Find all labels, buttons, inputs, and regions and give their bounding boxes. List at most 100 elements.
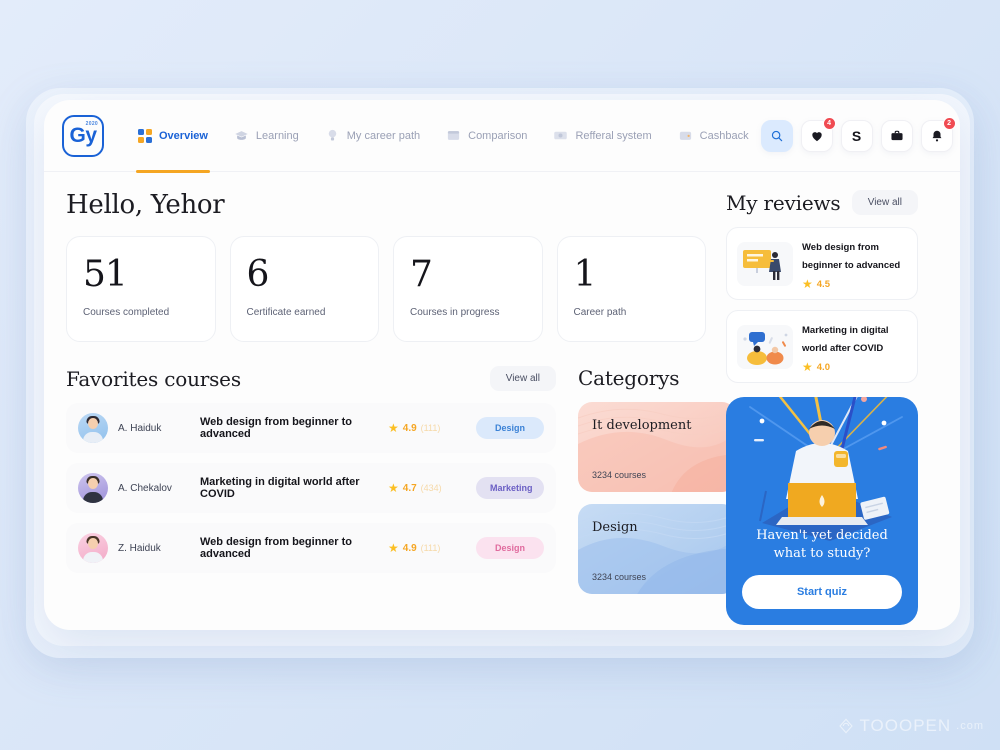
course-author: A. Haiduk — [118, 422, 162, 434]
category-count: 3234 courses — [592, 572, 647, 582]
review-rating: ★ 4.0 — [802, 361, 907, 373]
brand-logo-text: Gy — [69, 124, 97, 147]
review-rating-value: 4.0 — [816, 361, 830, 373]
review-rating-value: 4.5 — [816, 278, 830, 290]
heart-icon — [811, 131, 822, 141]
lower-section: Favorites courses View all A. Haiduk Web… — [66, 342, 736, 606]
watermark-text: TOOOPEN — [859, 716, 952, 735]
nav-item-comparison[interactable]: Comparison — [434, 120, 539, 151]
wallet-icon — [679, 131, 691, 140]
review-rating: ★ 4.5 — [802, 278, 907, 290]
nav-label-learning: Learning — [255, 129, 299, 142]
course-title: Web design from beginner to advanced — [200, 536, 352, 560]
main-column: Hello, Yehor 51 Courses completed 6 Cert… — [66, 190, 736, 625]
list-item[interactable]: Marketing in digital world after COVID ★… — [726, 310, 918, 383]
page-title: Hello, Yehor — [66, 190, 225, 220]
review-title: Marketing in digital world after COVID — [802, 325, 889, 354]
course-tag[interactable]: Marketing — [476, 477, 544, 499]
category-card-design[interactable]: Design 3234 courses — [578, 504, 736, 594]
list-item[interactable]: Web design from beginner to advanced ★ 4… — [726, 227, 918, 300]
course-title: Web design from beginner to advanced — [200, 416, 352, 440]
bell-icon — [932, 130, 942, 141]
course-rating: ★ 4.9 (111) — [388, 542, 466, 554]
category-card-it-development[interactable]: It development 3234 courses — [578, 402, 736, 492]
nav-item-overview[interactable]: Overview — [126, 121, 220, 173]
notifications-badge: 2 — [942, 116, 956, 130]
notifications-button[interactable]: 2 — [920, 116, 956, 152]
avatar — [78, 533, 108, 563]
briefcase-icon — [891, 130, 903, 140]
lightbulb-icon — [328, 129, 336, 141]
favorites-view-all-button[interactable]: View all — [489, 366, 556, 391]
course-author: Z. Haiduk — [118, 542, 161, 554]
teamwork-illustration — [737, 324, 793, 369]
top-navigation-bar: Gy 2020 Overview Learning My career path… — [44, 100, 960, 173]
category-name: It development — [592, 418, 692, 433]
course-rating-value: 4.9 — [402, 542, 417, 554]
dollar-icon: S — [851, 127, 862, 144]
table-row[interactable]: A. Haiduk Web design from beginner to ad… — [66, 403, 556, 453]
categories-header: Categorys — [578, 366, 736, 390]
course-author: A. Chekalov — [118, 482, 172, 494]
favorites-title: Favorites courses — [66, 366, 241, 391]
stat-card-courses-completed: 51 Courses completed — [66, 236, 216, 342]
nav-label-cashback: Cashback — [699, 129, 749, 142]
stat-value: 51 — [83, 254, 128, 295]
course-rating: ★ 4.7 (434) — [388, 482, 466, 494]
start-quiz-button[interactable]: Start quiz — [742, 575, 902, 609]
favorites-button[interactable]: 4 — [800, 116, 836, 152]
grid-icon — [138, 128, 152, 143]
presentation-illustration — [737, 241, 793, 286]
star-icon: ★ — [388, 481, 399, 495]
nav-action-list: 4 S 2 — [760, 116, 960, 152]
dashboard-body: Hello, Yehor 51 Courses completed 6 Cert… — [44, 172, 960, 625]
reviews-column: My reviews View all Web design from begi… — [726, 190, 918, 625]
search-icon — [771, 130, 782, 141]
search-button[interactable] — [760, 119, 793, 152]
course-review-count: (111) — [420, 423, 441, 433]
nav-item-refferal-system[interactable]: Refferal system — [541, 120, 663, 151]
nav-item-learning[interactable]: Learning — [222, 120, 311, 151]
reviews-view-all-button[interactable]: View all — [851, 190, 918, 215]
favorites-header: Favorites courses View all — [66, 366, 556, 391]
stat-card-courses-in-progress: 7 Courses in progress — [393, 236, 543, 342]
stat-label: Certificate earned — [246, 307, 326, 318]
star-icon: ★ — [388, 541, 399, 555]
brand-logo[interactable]: Gy 2020 — [62, 114, 104, 157]
stat-label: Career path — [573, 307, 627, 318]
promo-headline: Haven't yet decided what to study? — [756, 527, 888, 561]
favorites-badge: 4 — [822, 116, 836, 130]
stat-value: 6 — [246, 254, 270, 295]
nav-item-my-career-path[interactable]: My career path — [313, 120, 432, 151]
table-row[interactable]: Z. Haiduk Web design from beginner to ad… — [66, 523, 556, 573]
category-name: Design — [592, 520, 638, 535]
course-tag[interactable]: Design — [476, 417, 544, 439]
reviews-title: My reviews — [726, 190, 841, 215]
window-icon — [448, 131, 460, 140]
payments-button[interactable]: S — [840, 119, 873, 152]
course-tag[interactable]: Design — [476, 537, 544, 559]
favorites-column: Favorites courses View all A. Haiduk Web… — [66, 342, 556, 606]
nav-label-comparison: Comparison — [468, 129, 528, 142]
avatar — [78, 473, 108, 503]
watermark-logo-icon — [839, 718, 854, 734]
stat-label: Courses completed — [83, 307, 170, 318]
stat-label: Courses in progress — [410, 307, 500, 318]
watermark: TOOOPEN .com — [838, 716, 984, 736]
avatar — [78, 413, 108, 443]
nav-label-overview: Overview — [159, 129, 208, 142]
stat-value: 1 — [573, 254, 597, 295]
nav-item-list: Overview Learning My career path Compari… — [126, 120, 761, 173]
review-title: Web design from beginner to advanced — [802, 242, 901, 271]
banknote-icon — [554, 131, 568, 140]
reviews-header: My reviews View all — [726, 190, 918, 215]
nav-label-refferal-system: Refferal system — [575, 129, 652, 142]
table-row[interactable]: A. Chekalov Marketing in digital world a… — [66, 463, 556, 513]
jobs-button[interactable] — [880, 119, 913, 152]
categories-title: Categorys — [578, 366, 680, 390]
watermark-suffix: .com — [956, 720, 984, 732]
course-review-count: (434) — [420, 483, 442, 493]
stat-card-certificate-earned: 6 Certificate earned — [229, 236, 379, 342]
categories-column: Categorys It development 3234 courses De… — [578, 342, 736, 606]
nav-item-cashback[interactable]: Cashback — [666, 120, 761, 151]
